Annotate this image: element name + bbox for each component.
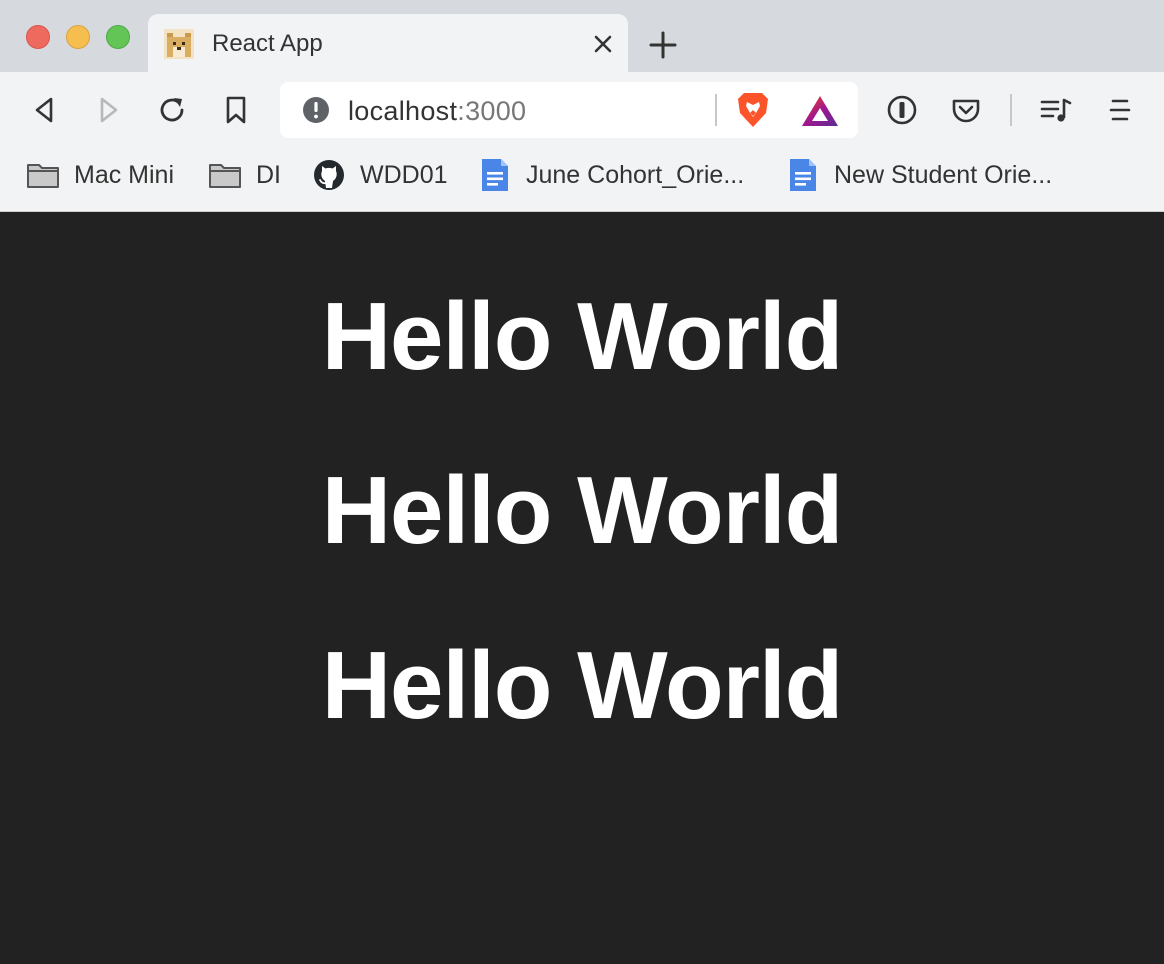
tab-strip: React App (0, 0, 1164, 72)
brave-lion-icon[interactable] (735, 91, 771, 129)
bookmark-di[interactable]: DI (208, 158, 281, 192)
google-docs-icon (790, 159, 816, 191)
page-content: Hello World Hello World Hello World (0, 212, 1164, 964)
forward-arrow-icon[interactable] (92, 94, 124, 126)
bookmark-label: WDD01 (360, 160, 448, 189)
window-close-button[interactable] (26, 25, 50, 49)
bookmark-label: New Student Orie... (834, 160, 1053, 189)
bookmark-label: June Cohort_Orie... (526, 160, 745, 189)
tab-react-app[interactable]: React App (148, 14, 628, 72)
1password-icon[interactable] (886, 94, 918, 126)
folder-icon (27, 164, 59, 188)
bookmark-icon[interactable] (220, 94, 252, 126)
pocket-icon[interactable] (950, 94, 982, 126)
url-text[interactable]: localhost:3000 (348, 96, 526, 127)
bookmark-mac-mini[interactable]: Mac Mini (26, 158, 174, 192)
address-bar[interactable]: localhost:3000 (280, 82, 858, 138)
close-tab-icon[interactable] (590, 31, 616, 57)
url-port: :3000 (457, 96, 527, 126)
toolbar-divider (1010, 94, 1012, 126)
github-icon (314, 160, 344, 190)
new-tab-plus-icon[interactable] (648, 30, 678, 60)
window-maximize-button[interactable] (106, 25, 130, 49)
bookmark-label: DI (256, 160, 281, 189)
window-minimize-button[interactable] (66, 25, 90, 49)
bat-triangle-icon[interactable] (800, 94, 840, 128)
bookmark-label: Mac Mini (74, 160, 175, 189)
omnibox-divider (715, 94, 717, 126)
browser-window: React App localhost:3000 Mac Mini DI WDD… (0, 0, 1164, 964)
bookmark-new-student[interactable]: New Student Orie... (786, 158, 1052, 192)
site-info-icon[interactable] (302, 96, 330, 124)
bookmarks-bar: Mac Mini DI WDD01 June Cohort_Orie... Ne… (0, 148, 1164, 212)
google-docs-icon (482, 159, 508, 191)
url-host: localhost (348, 96, 458, 126)
doge-favicon (164, 29, 194, 59)
bookmark-june-cohort[interactable]: June Cohort_Orie... (478, 158, 744, 192)
hamburger-menu-icon[interactable] (1104, 94, 1136, 126)
bookmark-wdd01[interactable]: WDD01 (312, 158, 448, 192)
browser-toolbar: localhost:3000 (0, 72, 1164, 148)
hello-heading-2: Hello World (321, 457, 844, 564)
folder-icon (209, 164, 241, 188)
hello-heading-3: Hello World (321, 632, 844, 739)
media-playlist-icon[interactable] (1040, 94, 1072, 126)
tab-title: React App (212, 30, 323, 57)
reload-icon[interactable] (156, 94, 188, 126)
hello-heading-1: Hello World (321, 283, 844, 390)
back-arrow-icon[interactable] (29, 94, 61, 126)
